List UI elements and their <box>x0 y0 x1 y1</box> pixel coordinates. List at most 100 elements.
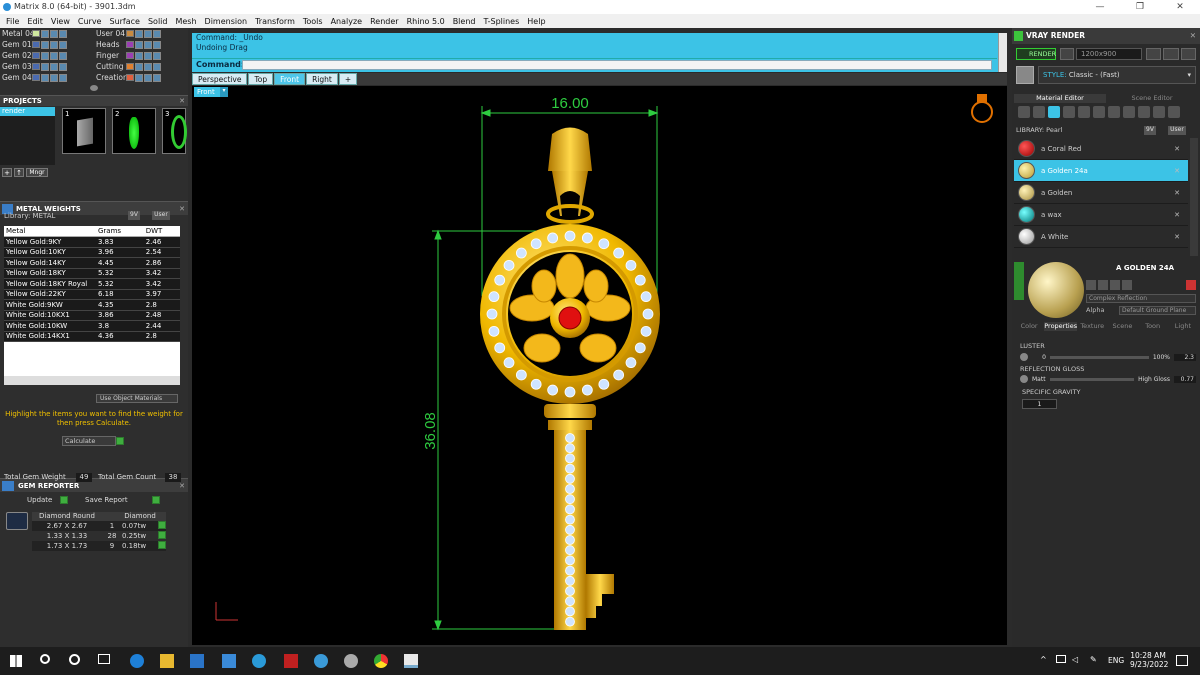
option-icon[interactable] <box>1086 280 1096 290</box>
remove-icon[interactable]: ✕ <box>1174 189 1180 197</box>
stripe-icon[interactable] <box>1108 106 1120 118</box>
lib-9v-button[interactable]: 9V <box>1144 126 1156 135</box>
menu-view[interactable]: View <box>47 17 74 26</box>
light-icon[interactable] <box>1168 106 1180 118</box>
lock-icon[interactable] <box>135 73 143 82</box>
material-item[interactable]: a Golden 24a ✕ <box>1014 160 1188 182</box>
settings-icon[interactable] <box>1060 48 1074 60</box>
front-viewport[interactable]: 16.00 36.08 <box>192 86 1007 645</box>
tab-scene[interactable]: Scene <box>1107 322 1137 331</box>
chrome-icon[interactable] <box>374 654 388 668</box>
luster-value[interactable]: 2.3 <box>1174 353 1196 361</box>
layer-color[interactable] <box>32 30 40 37</box>
resolution-field[interactable]: 1200x900 <box>1076 48 1142 60</box>
tab-properties[interactable]: Properties <box>1044 322 1078 331</box>
language-indicator[interactable]: ENG <box>1108 656 1124 665</box>
close-button[interactable]: ✕ <box>1160 0 1200 14</box>
add-project-button[interactable]: + <box>2 168 12 177</box>
layer-row[interactable]: Cutting <box>94 61 188 72</box>
expand-handle[interactable] <box>1014 262 1024 300</box>
menu-dimension[interactable]: Dimension <box>201 17 252 26</box>
visibility-icon[interactable] <box>144 62 152 71</box>
menu-help[interactable]: Help <box>523 17 549 26</box>
specific-gravity-field[interactable]: 1 <box>1022 399 1057 409</box>
remove-icon[interactable]: ✕ <box>1174 233 1180 241</box>
tab-right[interactable]: Right <box>306 73 338 85</box>
leaf-icon[interactable] <box>1153 106 1165 118</box>
menu-render[interactable]: Render <box>366 17 402 26</box>
clock[interactable]: 10:28 AM 9/23/2022 <box>1130 651 1168 669</box>
tab-color[interactable]: Color <box>1014 322 1044 331</box>
select-icon[interactable] <box>59 29 67 38</box>
save-report-button[interactable]: Save Report <box>85 496 128 504</box>
visibility-icon[interactable] <box>50 73 58 82</box>
visibility-icon[interactable] <box>144 51 152 60</box>
layer-color[interactable] <box>126 30 134 37</box>
save-report-go-icon[interactable] <box>152 496 160 504</box>
grid-icon[interactable] <box>1093 106 1105 118</box>
column-header[interactable]: DWT <box>143 226 180 237</box>
lock-icon[interactable] <box>135 29 143 38</box>
layer-row[interactable]: Gem 04 <box>0 72 94 83</box>
fill-icon[interactable] <box>1138 106 1150 118</box>
task-view-icon[interactable] <box>98 654 110 664</box>
lib-9v-button[interactable]: 9V <box>128 211 140 220</box>
material-item[interactable]: a Coral Red ✕ <box>1014 138 1188 160</box>
table-row[interactable]: Yellow Gold:10KY 3.96 2.54 <box>4 247 180 258</box>
select-icon[interactable] <box>153 51 161 60</box>
close-icon[interactable]: ✕ <box>1190 28 1196 44</box>
table-row[interactable]: 1.33 X 1.33 28 0.25tw <box>32 531 166 541</box>
layer-color[interactable] <box>32 63 40 70</box>
reset-icon[interactable] <box>1020 353 1028 361</box>
store-icon[interactable] <box>190 654 204 668</box>
table-row[interactable]: White Gold:10KW 3.8 2.44 <box>4 320 180 332</box>
rewind-icon[interactable] <box>1146 48 1162 60</box>
lock-icon[interactable] <box>135 40 143 49</box>
gloss-slider[interactable] <box>1049 377 1135 381</box>
update-button[interactable]: Update <box>27 496 52 504</box>
select-icon[interactable] <box>153 73 161 82</box>
project-thumbnail[interactable]: 1 <box>62 108 106 154</box>
layer-row[interactable]: Heads <box>94 39 188 50</box>
tab-material-editor[interactable]: Material Editor <box>1014 94 1106 103</box>
search-icon[interactable] <box>40 654 50 664</box>
material-item[interactable]: a wax ✕ <box>1014 204 1188 226</box>
option-icon[interactable] <box>1098 280 1108 290</box>
material-item[interactable]: A White ✕ <box>1014 226 1188 248</box>
project-thumbnail[interactable]: 3 <box>162 108 187 154</box>
select-icon[interactable] <box>59 62 67 71</box>
go-icon[interactable] <box>158 541 166 549</box>
texture-icon[interactable] <box>1063 106 1075 118</box>
layer-color[interactable] <box>32 52 40 59</box>
table-row[interactable]: 1.73 X 1.73 9 0.18tw <box>32 541 166 551</box>
remove-icon[interactable]: ✕ <box>1174 167 1180 175</box>
table-row[interactable]: Yellow Gold:14KY 4.45 2.86 <box>4 257 180 269</box>
option-icon[interactable] <box>1110 280 1120 290</box>
telegram-icon[interactable] <box>252 654 266 668</box>
menu-blend[interactable]: Blend <box>449 17 480 26</box>
material-item[interactable]: a Golden ✕ <box>1014 182 1188 204</box>
tab-perspective[interactable]: Perspective <box>192 73 248 85</box>
tab-scene-editor[interactable]: Scene Editor <box>1106 94 1198 103</box>
lock-icon[interactable] <box>41 29 49 38</box>
menu-solid[interactable]: Solid <box>144 17 172 26</box>
chevron-down-icon[interactable]: ▾ <box>220 87 228 97</box>
calculate-button[interactable]: Calculate <box>62 436 116 446</box>
metal-icon[interactable] <box>1048 106 1060 118</box>
table-row[interactable]: White Gold:14KX1 4.36 2.8 <box>4 331 180 342</box>
luster-slider[interactable] <box>1050 355 1149 359</box>
remove-icon[interactable]: ✕ <box>1174 211 1180 219</box>
edge-icon[interactable] <box>130 654 144 668</box>
visibility-icon[interactable] <box>144 73 152 82</box>
table-row[interactable]: Yellow Gold:18KY Royal 5.32 3.42 <box>4 278 180 290</box>
remove-icon[interactable]: ✕ <box>1174 145 1180 153</box>
render-button[interactable]: RENDER <box>1016 48 1056 60</box>
select-icon[interactable] <box>153 62 161 71</box>
update-go-icon[interactable] <box>60 496 68 504</box>
table-row[interactable]: 2.67 X 2.67 1 0.07tw <box>32 521 166 531</box>
project-thumbnail[interactable]: 2 <box>112 108 156 154</box>
gem-icon[interactable] <box>1033 106 1045 118</box>
menu-rhino[interactable]: Rhino 5.0 <box>403 17 449 26</box>
command-scrollbar[interactable] <box>998 33 1007 72</box>
go-icon[interactable] <box>158 531 166 539</box>
